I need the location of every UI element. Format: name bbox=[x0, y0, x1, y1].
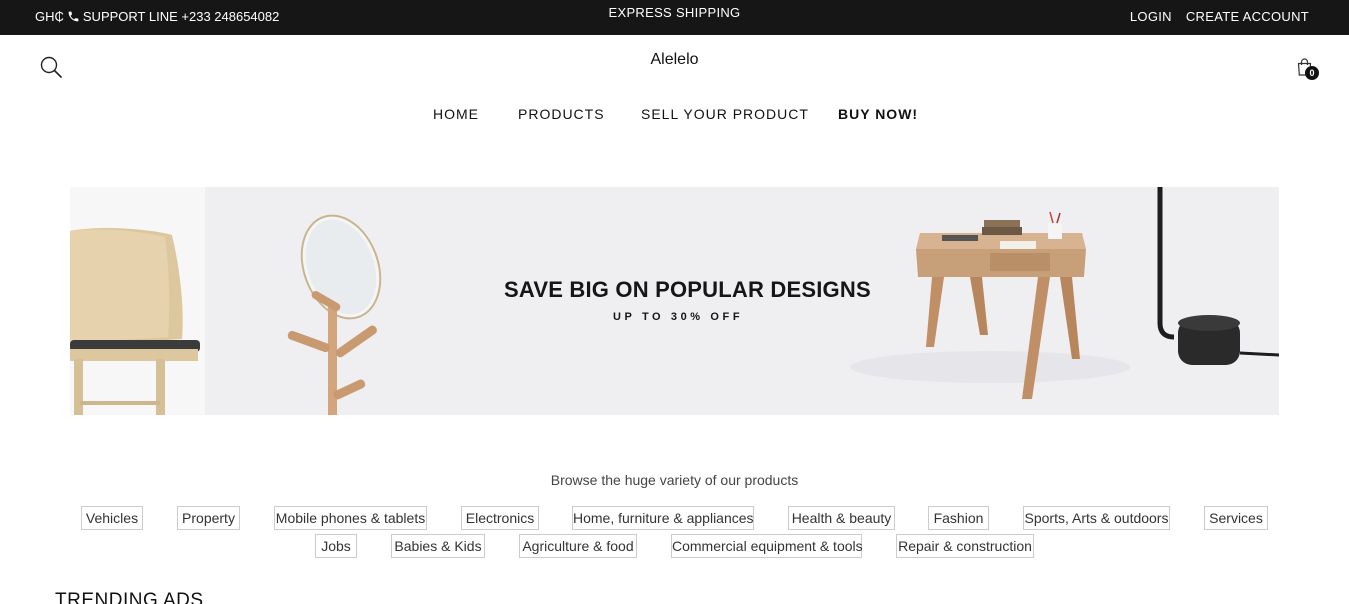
nav-products[interactable]: PRODUCTS bbox=[518, 106, 605, 122]
express-shipping-label: EXPRESS SHIPPING bbox=[608, 5, 741, 20]
trending-ads-heading: TRENDING ADS bbox=[55, 590, 204, 604]
site-brand: Alelelo bbox=[0, 51, 1349, 69]
browse-title: Browse the huge variety of our products bbox=[550, 472, 799, 488]
top-bar: GH₵ SUPPORT LINE +233 248654082 EXPRESS … bbox=[0, 0, 1349, 35]
category-mobile-phones[interactable]: Mobile phones & tablets bbox=[274, 506, 427, 530]
category-jobs[interactable]: Jobs bbox=[315, 534, 357, 558]
category-sports-arts[interactable]: Sports, Arts & outdoors bbox=[1023, 506, 1170, 530]
nav-buy-now[interactable]: BUY NOW! bbox=[838, 106, 918, 122]
category-property[interactable]: Property bbox=[177, 506, 240, 530]
category-electronics[interactable]: Electronics bbox=[461, 506, 539, 530]
nav-home[interactable]: HOME bbox=[433, 106, 479, 122]
banner-subline: UP TO 30% OFF bbox=[613, 311, 744, 323]
promo-banner[interactable]: SAVE BIG ON POPULAR DESIGNS UP TO 30% OF… bbox=[70, 187, 1279, 415]
cart-button[interactable]: 0 bbox=[1295, 57, 1319, 81]
login-link[interactable]: LOGIN bbox=[1130, 9, 1172, 24]
main-nav: HOME PRODUCTS SELL YOUR PRODUCT BUY NOW! bbox=[0, 106, 1349, 124]
category-services[interactable]: Services bbox=[1204, 506, 1268, 530]
category-fashion[interactable]: Fashion bbox=[928, 506, 989, 530]
brand-link[interactable]: Alelelo bbox=[650, 51, 698, 68]
category-babies-kids[interactable]: Babies & Kids bbox=[391, 534, 485, 558]
account-links: LOGIN CREATE ACCOUNT bbox=[1130, 9, 1309, 24]
banner-headline: SAVE BIG ON POPULAR DESIGNS bbox=[504, 277, 871, 302]
cart-count-badge: 0 bbox=[1305, 66, 1319, 80]
category-home-furniture[interactable]: Home, furniture & appliances bbox=[572, 506, 754, 530]
create-account-link[interactable]: CREATE ACCOUNT bbox=[1186, 9, 1309, 24]
nav-sell-your-product[interactable]: SELL YOUR PRODUCT bbox=[641, 106, 809, 122]
category-repair-construction[interactable]: Repair & construction bbox=[896, 534, 1034, 558]
category-vehicles[interactable]: Vehicles bbox=[81, 506, 143, 530]
category-agriculture-food[interactable]: Agriculture & food bbox=[519, 534, 637, 558]
category-commercial-equipment[interactable]: Commercial equipment & tools bbox=[671, 534, 863, 558]
category-health-beauty[interactable]: Health & beauty bbox=[788, 506, 895, 530]
